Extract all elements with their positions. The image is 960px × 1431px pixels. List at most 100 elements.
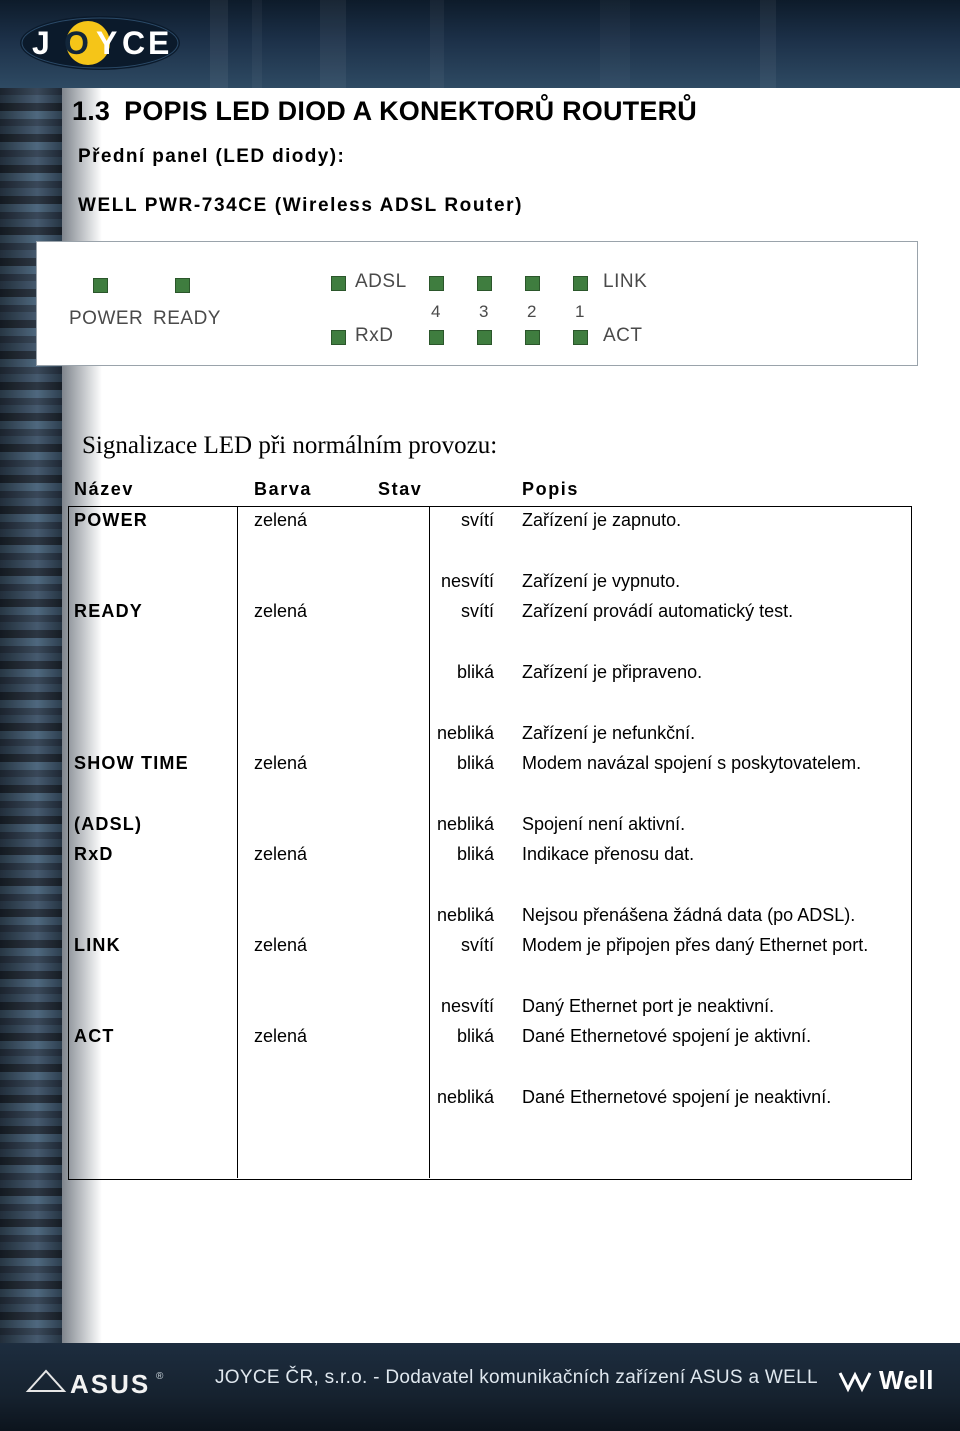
row-description: Nejsou přenášena žádná data (po ADSL).: [522, 905, 856, 925]
panel-label-adsl: ADSL: [355, 271, 407, 292]
svg-text:E: E: [148, 25, 169, 61]
panel-label-act: ACT: [603, 325, 643, 346]
header-streak: [430, 0, 444, 88]
spacer-cell: [68, 961, 910, 992]
panel-port-number-1: 1: [575, 302, 585, 321]
asus-logo: ASUS ®: [25, 1369, 164, 1399]
row-description: Zařízení je vypnuto.: [522, 571, 681, 591]
row-name: (ADSL): [74, 814, 143, 834]
row-color: [248, 567, 378, 597]
row-description: Zařízení je zapnuto.: [522, 510, 682, 530]
header-streak: [760, 0, 776, 88]
spacer-cell: [68, 627, 910, 658]
panel-label-power: POWER: [69, 308, 144, 329]
panel-label-ready: READY: [153, 308, 221, 329]
panel-port-number-2: 2: [527, 302, 537, 321]
table-row: LINK zelená svítí Modem je připojen přes…: [68, 931, 910, 961]
row-color: [248, 901, 378, 931]
spacer-cell: [68, 779, 910, 810]
table-spacer-row: [68, 627, 910, 658]
row-state: bliká: [456, 753, 494, 773]
table-row: bliká Zařízení je připraveno.: [68, 658, 910, 688]
table-spacer-row: [68, 536, 910, 567]
row-color: zelená: [254, 844, 308, 864]
row-color: zelená: [254, 1026, 308, 1046]
header-streak: [600, 0, 630, 88]
svg-text:ASUS: ASUS: [70, 1369, 150, 1399]
table-row: nesvítí Zařízení je vypnuto.: [68, 567, 910, 597]
table-caption: Signalizace LED při normálním provozu:: [82, 432, 498, 459]
front-panel-diagram: POWER READY ADSL LINK 4 3 2 1 RxD ACT: [36, 241, 918, 366]
row-state: svítí: [460, 510, 494, 530]
row-name: [68, 658, 248, 688]
spacer-cell: [68, 1052, 910, 1083]
table-row: POWER zelená svítí Zařízení je zapnuto.: [68, 506, 910, 536]
row-description: Modem navázal spojení s poskytovatelem.: [522, 753, 862, 773]
table-header-color: Barva: [254, 479, 313, 499]
table-row: (ADSL) nebliká Spojení není aktivní.: [68, 810, 910, 840]
row-name: [68, 567, 248, 597]
spacer-cell: [68, 688, 910, 719]
row-description: Zařízení je nefunkční.: [522, 723, 696, 743]
led-ready-indicator: [175, 278, 190, 293]
header-streak: [252, 0, 262, 88]
panel-label-rxd: RxD: [355, 325, 394, 346]
row-name: SHOW TIME: [74, 753, 189, 773]
row-name: LINK: [74, 935, 121, 955]
row-state: nesvítí: [440, 996, 494, 1016]
footer-text: JOYCE ČR, s.r.o. - Dodavatel komunikační…: [215, 1367, 818, 1388]
row-name: [68, 901, 248, 931]
row-color: [248, 810, 378, 840]
table-row: READY zelená svítí Zařízení provádí auto…: [68, 597, 910, 627]
row-name: RxD: [74, 844, 114, 864]
row-description: Indikace přenosu dat.: [522, 844, 695, 864]
panel-label-link: LINK: [603, 271, 648, 292]
row-name: READY: [74, 601, 144, 621]
page-footer-banner: ASUS ® JOYCE ČR, s.r.o. - Dodavatel komu…: [0, 1343, 960, 1431]
row-state: bliká: [456, 662, 494, 682]
table-row: nebliká Zařízení je nefunkční.: [68, 719, 910, 749]
row-name: ACT: [74, 1026, 115, 1046]
row-state: bliká: [456, 844, 494, 864]
led-signal-table: Název Barva Stav Popis POWER zelená svít…: [68, 475, 910, 1113]
led-act-4: [429, 330, 444, 345]
subtitle-front-panel: Přední panel (LED diody):: [78, 146, 346, 167]
joyce-logo: J O Y C E: [20, 16, 180, 70]
row-color: [248, 719, 378, 749]
row-color: zelená: [254, 601, 308, 621]
led-link-3: [477, 276, 492, 291]
table-row: RxD zelená bliká Indikace přenosu dat.: [68, 840, 910, 870]
led-adsl-indicator: [331, 276, 346, 291]
row-color: [248, 992, 378, 1022]
svg-text:®: ®: [156, 1371, 164, 1382]
header-streak: [210, 0, 228, 88]
row-description: Zařízení je připraveno.: [522, 662, 703, 682]
table-spacer-row: [68, 779, 910, 810]
row-state: nebliká: [436, 814, 494, 834]
row-description: Spojení není aktivní.: [522, 814, 686, 834]
led-power-indicator: [93, 278, 108, 293]
row-color: [248, 1083, 378, 1113]
table-header-name: Název: [74, 479, 135, 499]
svg-text:J: J: [32, 25, 50, 61]
row-color: zelená: [254, 935, 308, 955]
spacer-cell: [68, 870, 910, 901]
header-streak: [320, 0, 346, 88]
row-description: Daný Ethernet port je neaktivní.: [522, 996, 775, 1016]
section-number: 1.3: [72, 96, 111, 126]
table-row: SHOW TIME zelená bliká Modem navázal spo…: [68, 749, 910, 779]
table-header-description: Popis: [522, 479, 580, 499]
led-act-3: [477, 330, 492, 345]
svg-text:C: C: [122, 25, 145, 61]
page-title: 1.3 POPIS LED DIOD A KONEKTORŮ ROUTERŮ: [72, 96, 697, 127]
table-spacer-row: [68, 688, 910, 719]
page-header-banner: J O Y C E: [0, 0, 960, 88]
table-row: nesvítí Daný Ethernet port je neaktivní.: [68, 992, 910, 1022]
table-spacer-row: [68, 870, 910, 901]
table-row: nebliká Dané Ethernetové spojení je neak…: [68, 1083, 910, 1113]
row-name: [68, 1083, 248, 1113]
row-state: nebliká: [436, 905, 494, 925]
row-description: Zařízení provádí automatický test.: [522, 601, 794, 621]
led-act-2: [525, 330, 540, 345]
row-color: zelená: [254, 510, 308, 530]
